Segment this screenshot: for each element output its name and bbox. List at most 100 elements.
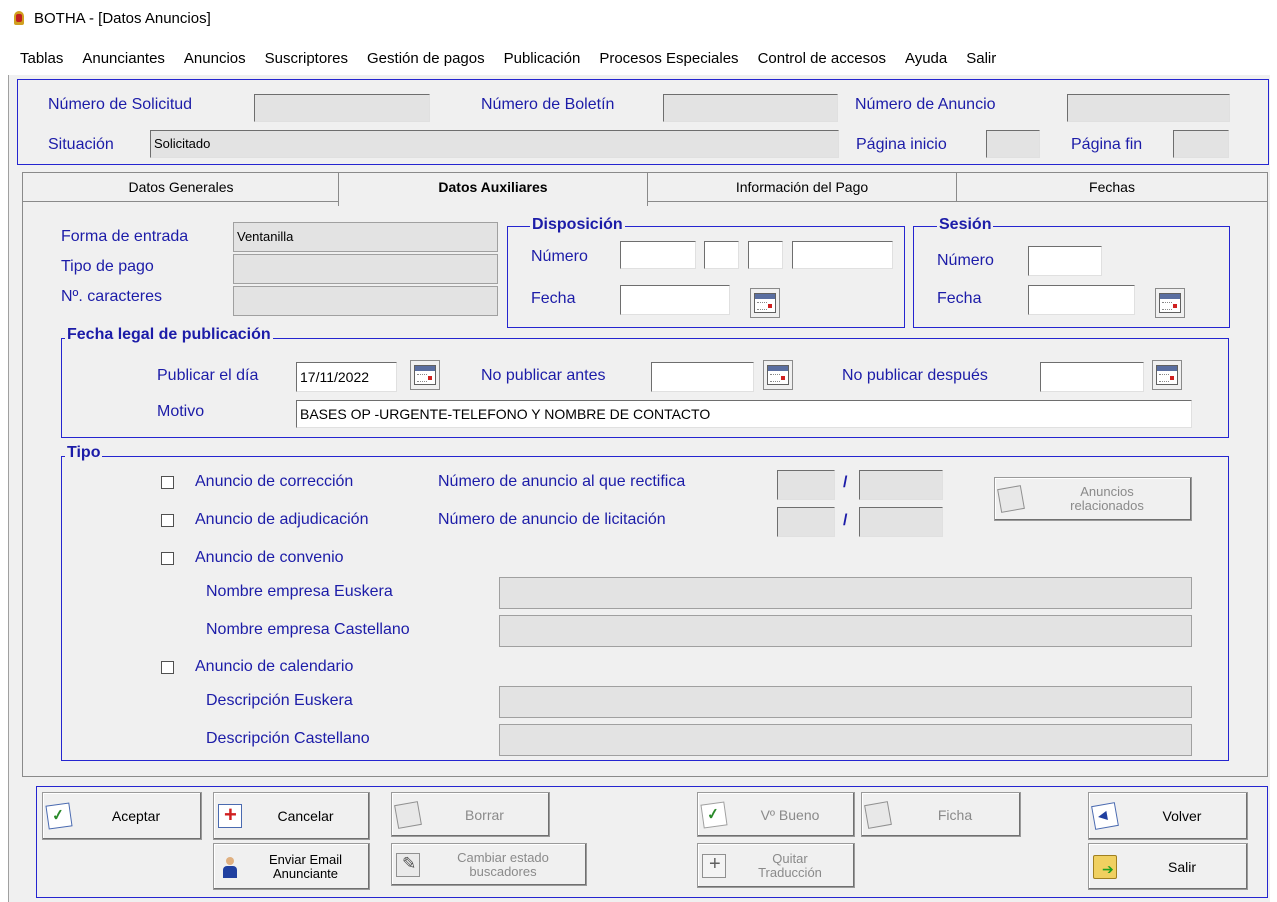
quitar-line2: Traducción [758,864,822,880]
aceptar-label: Aceptar [111,808,161,824]
descripcion-euskera-field[interactable] [499,686,1192,718]
disposicion-numero-label: Número [531,248,588,265]
menu-salir[interactable]: Salir [956,46,1005,72]
descripcion-castellano-field[interactable] [499,724,1192,756]
sesion-fecha-label: Fecha [937,290,982,307]
menu-publicacion[interactable]: Publicación [494,46,590,72]
disposicion-numero-3[interactable] [748,241,783,269]
empresa-castellano-field[interactable] [499,615,1192,647]
tab-fechas[interactable]: Fechas [956,172,1268,202]
vobueno-label: Vº Bueno [760,806,820,823]
tipo-pago-label: Tipo de pago [61,258,154,275]
window-title-bar: BOTHA - [Datos Anuncios] [12,6,211,30]
disposicion-fecha-field[interactable] [620,285,730,315]
descripcion-castellano-label: Descripción Castellano [206,730,370,747]
calendario-label: Anuncio de calendario [195,658,354,675]
edit-icon [396,852,420,877]
situacion-label: Situación [48,136,114,153]
back-icon [1091,802,1119,830]
tipo-pago-field[interactable] [233,254,498,284]
solicitud-field[interactable] [254,94,430,122]
rectifica-label: Número de anuncio al que rectifica [438,473,686,490]
rectifica-field-1[interactable] [777,470,835,500]
menu-control-accesos[interactable]: Control de accesos [748,46,895,72]
sesion-numero-field[interactable] [1028,246,1102,276]
disposicion-numero-2[interactable] [704,241,739,269]
rectifica-field-2[interactable] [859,470,943,500]
motivo-field[interactable]: BASES OP -URGENTE-TELEFONO Y NOMBRE DE C… [296,400,1192,428]
sesion-numero-label: Número [937,252,994,269]
no-publicar-antes-field[interactable] [651,362,754,392]
documents-icon [997,485,1025,513]
borrar-button[interactable]: Borrar [391,792,550,837]
pagina-fin-field[interactable] [1173,130,1229,158]
volver-label: Volver [1162,808,1202,824]
menu-suscriptores[interactable]: Suscriptores [255,46,357,72]
disposicion-numero-1[interactable] [620,241,696,269]
solicitud-label: Número de Solicitud [48,96,193,113]
anuncios-relacionados-button[interactable]: Anuncios relacionados [994,477,1192,521]
correccion-checkbox[interactable] [161,476,174,489]
tab-informacion-pago[interactable]: Información del Pago [646,172,958,202]
no-publicar-antes-label: No publicar antes [481,367,606,384]
sesion-fecha-field[interactable] [1028,285,1135,315]
active-tab-joint [339,200,647,203]
anuncio-label: Número de Anuncio [855,96,996,113]
app-icon [12,10,26,26]
licitacion-field-1[interactable] [777,507,835,537]
no-publicar-antes-calendar-icon[interactable] [763,360,793,390]
adjudicacion-checkbox[interactable] [161,514,174,527]
empresa-euskera-field[interactable] [499,577,1192,609]
relacionados-line1: Anuncios [1080,484,1134,499]
menu-anuncios[interactable]: Anuncios [174,46,255,72]
boletin-field[interactable] [663,94,838,122]
menu-tablas[interactable]: Tablas [0,46,72,72]
ficha-button[interactable]: Ficha [861,792,1021,837]
publicar-dia-calendar-icon[interactable] [410,360,440,390]
ficha-label: Ficha [937,806,973,823]
caracteres-field[interactable] [233,286,498,316]
approve-icon [700,800,728,829]
publicar-dia-field[interactable]: 17/11/2022 [296,362,397,392]
ficha-icon [864,800,892,829]
tab-datos-generales[interactable]: Datos Generales [22,172,340,202]
cancelar-label: Cancelar [277,808,334,824]
situacion-field[interactable]: Solicitado [150,130,839,158]
pagina-inicio-field[interactable] [986,130,1040,158]
menu-anunciantes[interactable]: Anunciantes [72,46,174,72]
licitacion-field-2[interactable] [859,507,943,537]
no-publicar-despues-field[interactable] [1040,362,1144,392]
aceptar-button[interactable]: Aceptar [42,792,202,840]
correccion-label: Anuncio de corrección [195,473,354,490]
quitar-line1: Quitar [772,850,808,866]
forma-entrada-field[interactable]: Ventanilla [233,222,498,252]
menu-procesos-especiales[interactable]: Procesos Especiales [589,46,747,72]
quitar-traduccion-button[interactable]: QuitarTraducción [697,843,855,888]
empresa-euskera-label: Nombre empresa Euskera [206,583,393,600]
enviar-email-button[interactable]: Enviar Email Anunciante [213,843,370,890]
anuncio-field[interactable] [1067,94,1230,122]
disposicion-title: Disposición [530,216,625,234]
no-publicar-despues-calendar-icon[interactable] [1152,360,1182,390]
menu-gestion-pagos[interactable]: Gestión de pagos [357,46,494,72]
header-panel: Número de Solicitud Número de Boletín Nú… [17,79,1269,165]
volver-button[interactable]: Volver [1088,792,1248,840]
convenio-checkbox[interactable] [161,552,174,565]
vobueno-button[interactable]: Vº Bueno [697,792,855,837]
salir-label: Salir [1167,858,1196,875]
motivo-label: Motivo [157,403,205,420]
cancelar-button[interactable]: Cancelar [213,792,370,840]
menu-ayuda[interactable]: Ayuda [895,46,956,72]
email-line1: Enviar Email [269,851,342,867]
cambiar-estado-button[interactable]: Cambiar estadobuscadores [391,843,587,886]
sesion-calendar-icon[interactable] [1155,288,1185,318]
disposicion-numero-4[interactable] [792,241,893,269]
pagina-fin-label: Página fin [1071,136,1143,153]
person-icon [218,855,242,879]
check-icon [45,802,73,830]
calendario-checkbox[interactable] [161,661,174,674]
borrar-label: Borrar [465,806,504,823]
window-title: BOTHA - [Datos Anuncios] [34,9,211,27]
salir-button[interactable]: Salir [1088,843,1248,890]
disposicion-calendar-icon[interactable] [750,288,780,318]
